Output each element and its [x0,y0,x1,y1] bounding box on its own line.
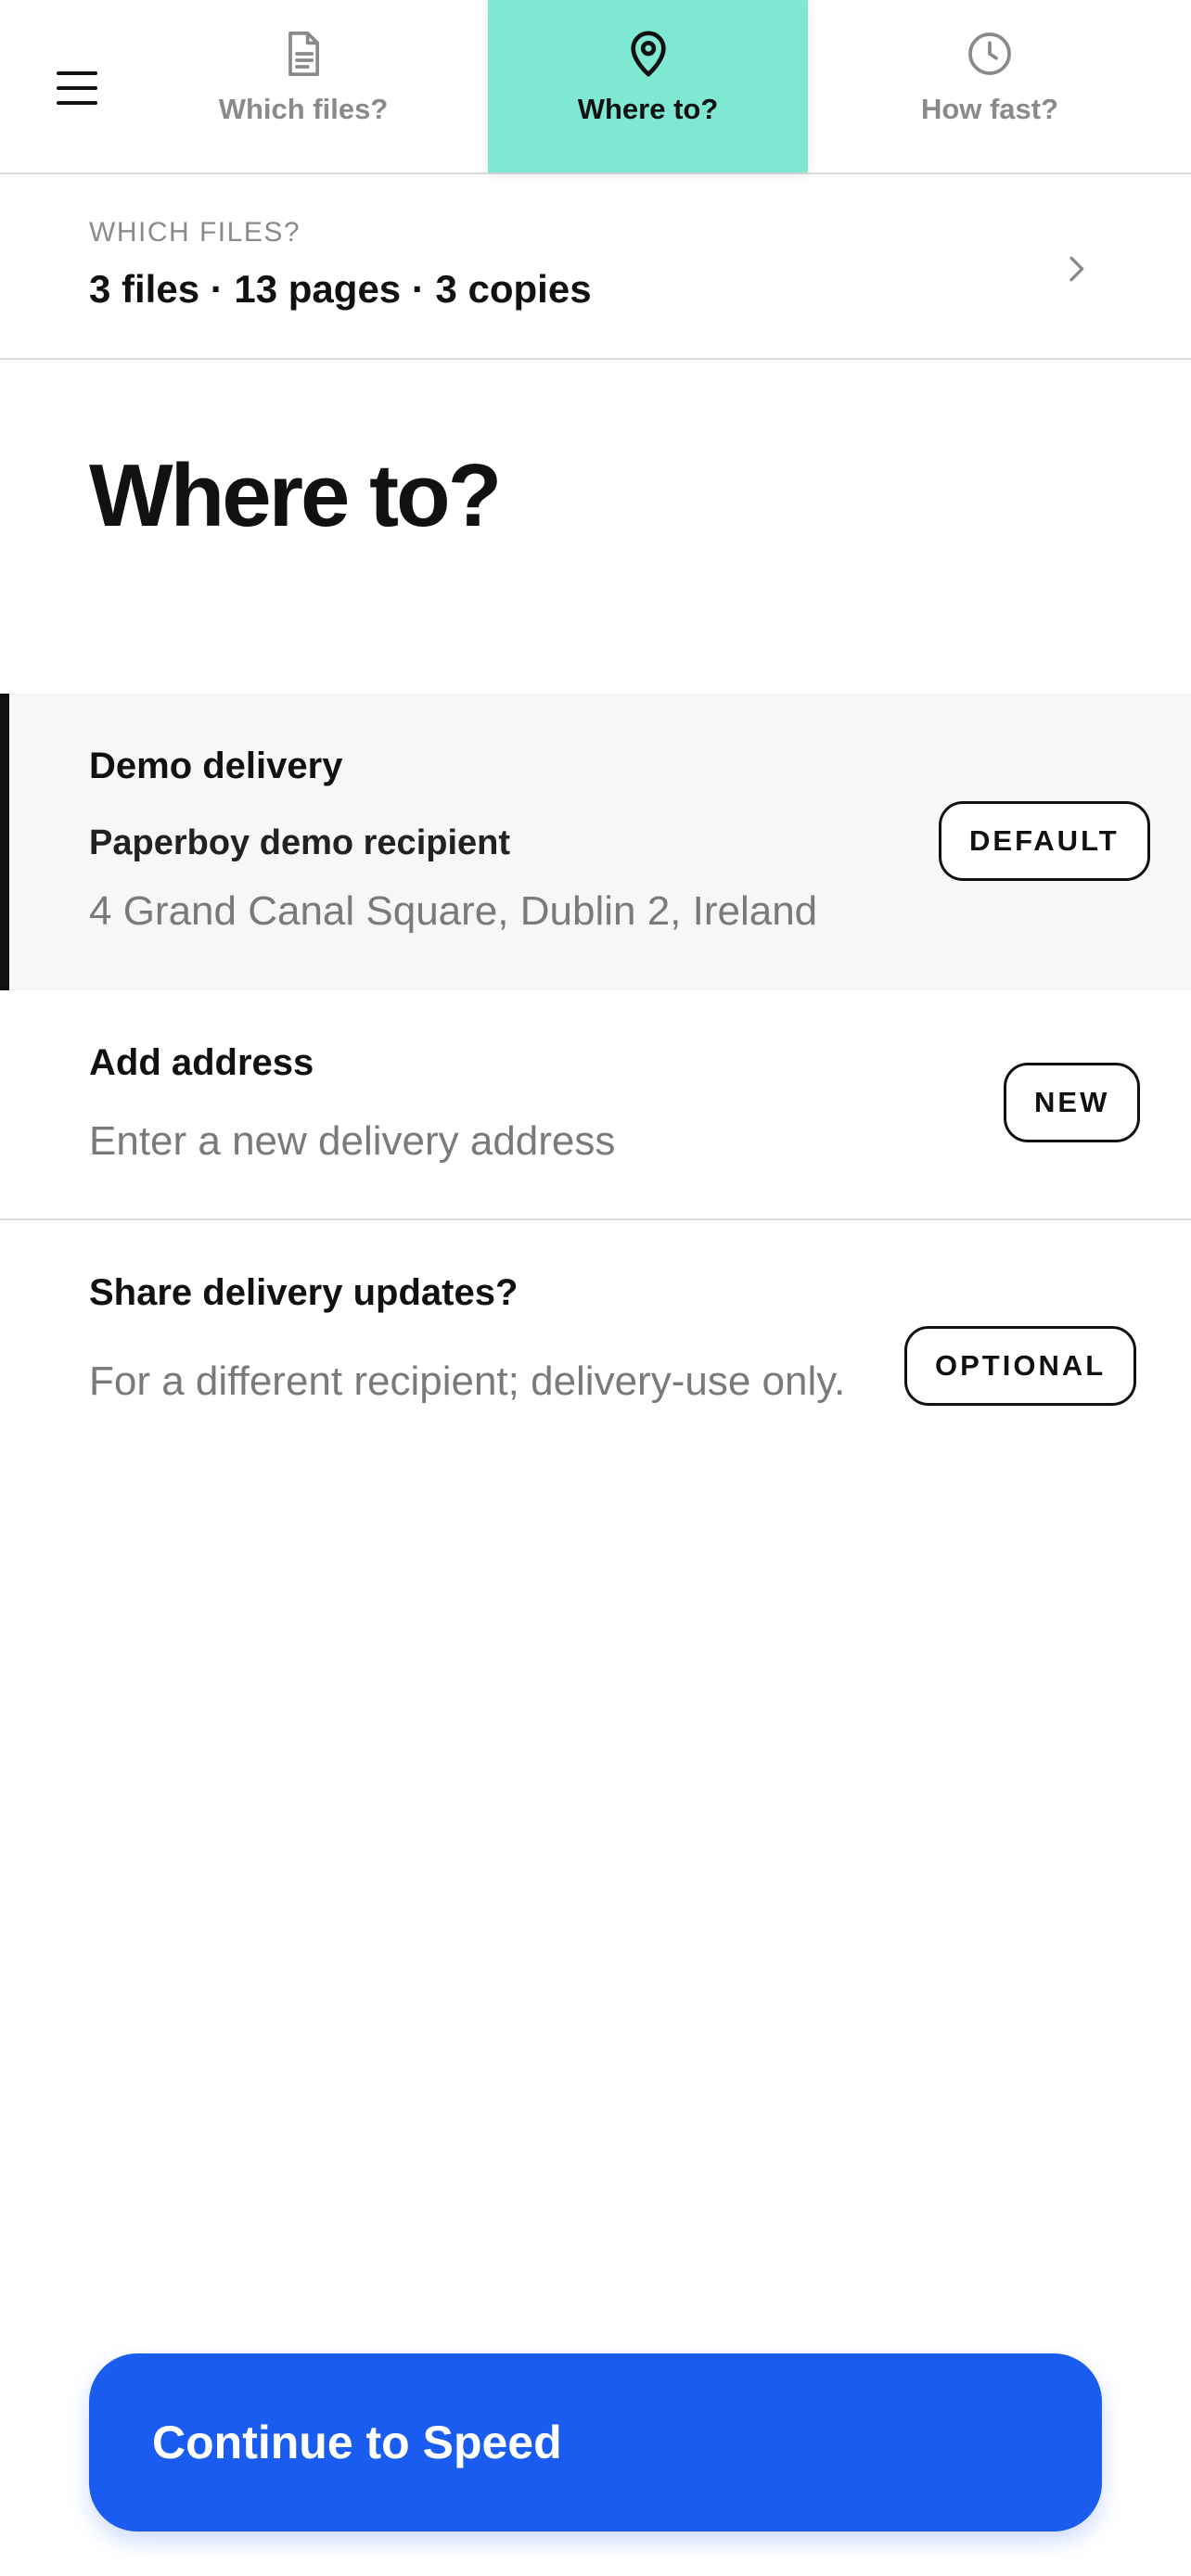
option-title: Demo delivery [89,746,343,786]
default-badge: DEFAULT [939,801,1150,881]
step-label: Which files? [218,93,389,125]
step-label: Where to? [577,93,719,125]
address-line: 4 Grand Canal Square, Dublin 2, Ireland [89,888,818,934]
add-address-option[interactable]: Add address Enter a new delivery address… [0,990,1191,1220]
chevron-right-icon [1069,256,1084,282]
step-label: How fast? [920,93,1059,125]
continue-button[interactable]: Continue to Speed [89,2353,1102,2531]
option-title: Share delivery updates? [89,1272,519,1313]
files-summary-row[interactable]: WHICH FILES? 3 files · 13 pages · 3 copi… [0,174,1191,360]
option-title: Add address [89,1042,314,1083]
optional-badge: OPTIONAL [904,1326,1137,1406]
step-how-fast[interactable]: How fast? [868,0,1111,172]
menu-button[interactable] [37,51,117,125]
page-title: Where to? [89,446,502,545]
clock-icon [968,32,1011,75]
step-navigation: Which files? Where to? How fast? [0,0,1191,174]
address-option-demo[interactable]: Demo delivery Paperboy demo recipient 4 … [0,694,1191,990]
option-description: For a different recipient; delivery-use … [89,1358,846,1404]
recipient-name: Paperboy demo recipient [89,823,511,862]
summary-value: 3 files · 13 pages · 3 copies [89,267,592,311]
document-icon [288,31,320,77]
step-where-to[interactable]: Where to? [488,0,808,172]
hamburger-menu-icon [57,71,97,105]
option-description: Enter a new delivery address [89,1118,616,1164]
share-updates-option[interactable]: Share delivery updates? For a different … [0,1220,1191,1498]
map-pin-icon [630,31,666,77]
new-badge: NEW [1004,1063,1141,1142]
summary-eyebrow: WHICH FILES? [89,217,301,248]
step-which-files[interactable]: Which files? [182,0,425,172]
